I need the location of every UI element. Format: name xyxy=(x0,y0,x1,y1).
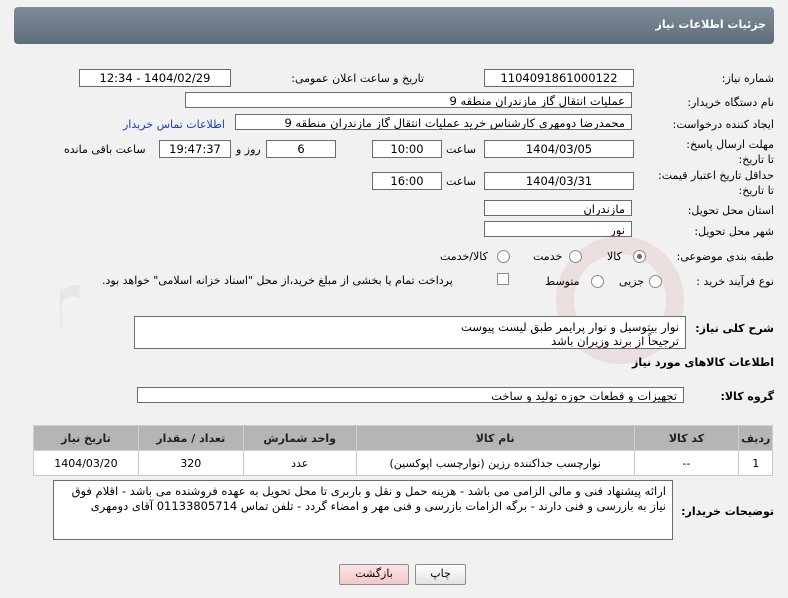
goods-info-title: اطلاعات کالاهای مورد نیاز xyxy=(632,356,774,369)
province-label: استان محل تحویل: xyxy=(687,204,774,217)
buyer-notes-label: توضیحات خریدار: xyxy=(681,505,774,518)
creator-field: محمدرضا دومهری کارشناس خرید عملیات انتقا… xyxy=(235,114,632,130)
row-date: 1404/03/20 xyxy=(33,450,139,476)
process-partial-label: جزیی xyxy=(619,275,645,288)
col-unit-header: واحد شمارش xyxy=(242,425,357,451)
buyer-org-field: عملیات انتقال گاز مازندران منطقه 9 xyxy=(185,92,632,108)
row-code: -- xyxy=(633,450,740,476)
days-field: 6 xyxy=(266,140,336,158)
remaining-label: ساعت باقی مانده xyxy=(64,143,146,156)
description-label: شرح کلی نیاز: xyxy=(695,322,774,335)
row-unit: عدد xyxy=(242,450,357,476)
need-number-label: شماره نیاز: xyxy=(721,72,774,85)
days-label: روز و xyxy=(236,143,261,156)
price-time-label: ساعت xyxy=(446,175,476,188)
col-code-header: کد کالا xyxy=(633,425,740,451)
city-label: شهر محل تحویل: xyxy=(694,225,774,238)
table-header-row: ردیف کد کالا نام کالا واحد شمارش تعداد /… xyxy=(33,425,773,451)
row-name: نوارچسب جداکننده رزین (نوارچسب اپوکسین) xyxy=(355,450,635,476)
table-row: 1 -- نوارچسب جداکننده رزین (نوارچسب اپوک… xyxy=(33,450,773,476)
back-button[interactable]: بازگشت xyxy=(339,564,409,585)
process-label: نوع فرآیند خرید : xyxy=(696,275,774,288)
contact-info-link[interactable]: اطلاعات تماس خریدار xyxy=(123,118,225,131)
description-line-2: ترجیحاً از برند وزیران باشد xyxy=(551,334,679,348)
col-row-header: ردیف xyxy=(738,425,773,451)
reply-time-field: 10:00 xyxy=(372,140,442,158)
price-time-field: 16:00 xyxy=(372,172,442,190)
description-box: نوار بیتوسیل و نوار پرایمر طبق لیست پیوس… xyxy=(134,316,686,349)
watermark-logo: AriaTender xyxy=(60,236,684,364)
city-field: نور xyxy=(484,221,632,237)
announce-label: تاریخ و ساعت اعلان عمومی: xyxy=(291,72,424,85)
announce-field: 1404/02/29 - 12:34 xyxy=(79,69,231,87)
reply-date-field: 1404/03/05 xyxy=(484,140,634,158)
category-label: طبقه بندی موضوعی: xyxy=(676,250,774,263)
goods-group-field: تجهیزات و قطعات حوزه تولید و ساخت xyxy=(137,387,684,403)
category-service-radio[interactable] xyxy=(569,250,582,263)
col-date-header: تاریخ نیاز xyxy=(33,425,139,451)
reply-time-label: ساعت xyxy=(446,143,476,156)
category-both-radio[interactable] xyxy=(497,250,510,263)
print-button[interactable]: چاپ xyxy=(415,564,466,585)
goods-group-label: گروه کالا: xyxy=(720,390,774,403)
category-both-label: کالا/خدمت xyxy=(440,250,488,263)
category-goods-label: کالا xyxy=(607,250,622,263)
need-number-field: 1104091861000122 xyxy=(484,69,634,87)
province-field: مازندران xyxy=(484,200,632,216)
col-name-header: نام کالا xyxy=(355,425,635,451)
svg-text:AriaTender: AriaTender xyxy=(60,256,81,349)
col-qty-header: تعداد / مقدار xyxy=(137,425,244,451)
page-title: جزئیات اطلاعات نیاز xyxy=(655,18,767,31)
payment-note: پرداخت تمام یا بخشی از مبلغ خرید،از محل … xyxy=(102,274,453,287)
category-goods-radio[interactable] xyxy=(633,250,646,263)
price-date-field: 1404/03/31 xyxy=(484,172,634,190)
row-qty: 320 xyxy=(137,450,244,476)
price-validity-label: حداقل تاریخ اعتبار قیمت: تا تاریخ: xyxy=(658,169,774,197)
category-service-label: خدمت xyxy=(533,250,563,263)
buyer-org-label: نام دستگاه خریدار: xyxy=(687,96,774,109)
description-line-1: نوار بیتوسیل و نوار پرایمر طبق لیست پیوس… xyxy=(460,320,679,334)
process-partial-radio[interactable] xyxy=(649,275,662,288)
goods-table: ردیف کد کالا نام کالا واحد شمارش تعداد /… xyxy=(33,425,773,476)
process-medium-label: متوسط xyxy=(545,275,580,288)
row-index: 1 xyxy=(738,450,773,476)
process-medium-radio[interactable] xyxy=(591,275,604,288)
remaining-time-field: 19:47:37 xyxy=(159,140,231,158)
reply-deadline-label: مهلت ارسال پاسخ: تا تاریخ: xyxy=(686,138,774,166)
creator-label: ایجاد کننده درخواست: xyxy=(672,118,774,131)
payment-checkbox[interactable] xyxy=(497,273,509,285)
buyer-notes-box: ارائه پیشنهاد فنی و مالی الزامی می باشد … xyxy=(53,480,673,540)
